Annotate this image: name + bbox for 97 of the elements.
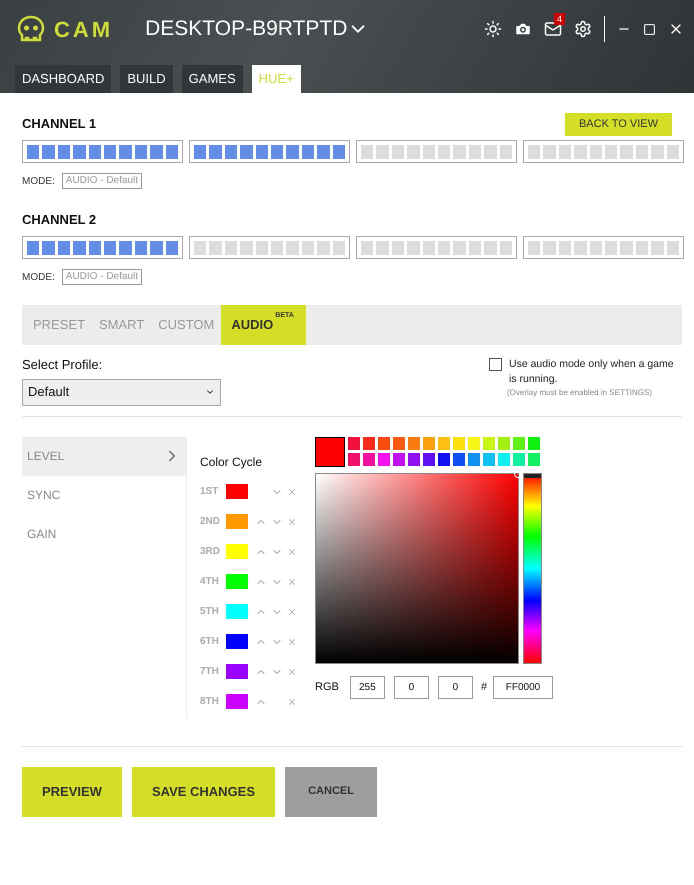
side-menu-item[interactable]: GAIN [22, 514, 186, 554]
hue-slider[interactable] [523, 472, 542, 664]
app-logo-text: CAM [54, 16, 114, 44]
preset-color-swatch[interactable] [498, 453, 510, 466]
preset-color-swatch[interactable] [393, 453, 405, 466]
brightness-icon[interactable] [484, 20, 502, 38]
led-segment[interactable] [356, 236, 517, 259]
color-cycle-title: Color Cycle [200, 454, 264, 470]
remove-icon[interactable] [287, 636, 297, 646]
preset-color-swatch[interactable] [438, 436, 450, 450]
checkbox[interactable] [489, 358, 502, 371]
skull-logo-icon [16, 15, 46, 43]
color-swatch[interactable] [226, 604, 248, 619]
preset-color-swatch[interactable] [453, 436, 465, 450]
hash-label: # [480, 680, 487, 695]
cycle-position-label: 3RD [200, 545, 222, 559]
preset-color-swatch[interactable] [378, 436, 390, 450]
saturation-value-area[interactable] [315, 472, 519, 664]
channel-title: CHANNEL 2 [22, 211, 96, 230]
preset-color-swatch[interactable] [408, 436, 420, 450]
led-segment[interactable] [22, 236, 183, 259]
rgb-value-field[interactable]: 0 [394, 676, 429, 698]
cycle-position-label: 2ND [200, 515, 222, 529]
preset-color-swatch[interactable] [423, 453, 435, 466]
remove-icon[interactable] [287, 546, 297, 556]
preset-color-swatch[interactable] [348, 436, 360, 450]
preset-color-swatch[interactable] [438, 453, 450, 466]
preset-color-swatch[interactable] [498, 436, 510, 450]
led-segment[interactable] [189, 236, 350, 259]
footer-button[interactable]: CANCEL [285, 766, 378, 816]
preset-color-swatch[interactable] [393, 436, 405, 450]
remove-icon[interactable] [287, 606, 297, 616]
remove-icon[interactable] [287, 516, 297, 526]
remove-icon[interactable] [287, 486, 297, 496]
overlay-note: (Overlay must be enabled in SETTINGS) [507, 387, 653, 399]
channel-title: CHANNEL 1 [22, 115, 96, 134]
rgb-label: RGB [315, 680, 339, 695]
preset-color-swatch[interactable] [528, 436, 540, 450]
led-segment[interactable] [189, 140, 350, 163]
preset-color-swatch[interactable] [363, 453, 375, 466]
cycle-position-label: 5TH [200, 605, 220, 619]
cycle-position-label: 8TH [200, 695, 220, 709]
checkbox-label: Use audio mode only when a game is running. [509, 357, 675, 387]
color-swatch[interactable] [226, 694, 248, 709]
color-swatch[interactable] [226, 574, 248, 589]
rgb-value-field[interactable]: 0 [438, 676, 473, 698]
cycle-position-label: 1ST [200, 485, 220, 499]
profile-dropdown[interactable]: Default [22, 378, 221, 406]
cycle-position-label: 7TH [200, 665, 220, 679]
side-menu-item[interactable]: SYNC [22, 476, 186, 514]
led-segment[interactable] [523, 236, 684, 259]
mode-label: MODE: [22, 270, 55, 284]
color-swatch[interactable] [226, 484, 248, 499]
preset-color-swatch[interactable] [483, 453, 495, 466]
led-segment[interactable] [523, 140, 684, 163]
preset-color-swatch[interactable] [468, 453, 480, 466]
back-to-view-button[interactable]: BACK TO VIEW [565, 112, 672, 136]
rgb-value-field[interactable]: 255 [350, 676, 385, 698]
led-segment[interactable] [356, 140, 517, 163]
maximize-icon[interactable] [643, 22, 656, 36]
remove-icon[interactable] [287, 666, 297, 676]
remove-icon[interactable] [287, 576, 297, 586]
current-color-swatch [315, 436, 345, 466]
led-segment[interactable] [22, 140, 183, 163]
preset-color-swatch[interactable] [348, 453, 360, 466]
mail-icon[interactable] [544, 20, 562, 38]
cycle-position-label: 6TH [200, 635, 220, 649]
preset-color-swatch[interactable] [453, 453, 465, 466]
footer-button[interactable]: PREVIEW [22, 766, 122, 816]
color-swatch[interactable] [226, 664, 248, 679]
preset-color-swatch[interactable] [483, 436, 495, 450]
preset-color-swatch[interactable] [423, 436, 435, 450]
preset-color-swatch[interactable] [513, 436, 525, 450]
preset-color-swatch[interactable] [528, 453, 540, 466]
preset-color-swatch[interactable] [408, 453, 420, 466]
preset-color-swatch[interactable] [378, 453, 390, 466]
footer-button[interactable]: SAVE CHANGES [132, 766, 276, 816]
remove-icon[interactable] [287, 696, 297, 706]
settings-icon[interactable] [574, 20, 592, 38]
preset-color-swatch[interactable] [363, 436, 375, 450]
mode-label: MODE: [22, 174, 55, 188]
device-name[interactable]: DESKTOP-B9RTPTD [145, 13, 348, 45]
nav-tab[interactable]: DASHBOARD [15, 65, 112, 93]
nav-tab[interactable]: GAMES [182, 65, 243, 93]
color-swatch[interactable] [226, 544, 248, 559]
color-swatch[interactable] [226, 634, 248, 649]
notification-badge: 4 [554, 13, 566, 25]
preset-color-swatch[interactable] [468, 436, 480, 450]
mode-value: AUDIO - Default [62, 173, 142, 189]
cycle-position-label: 4TH [200, 575, 220, 589]
select-profile-label: Select Profile: [22, 356, 104, 374]
hue-thumb[interactable] [524, 474, 541, 478]
color-swatch[interactable] [226, 514, 248, 529]
preset-color-swatch[interactable] [513, 453, 525, 466]
mode-value: AUDIO - Default [62, 269, 142, 285]
nav-tab[interactable]: BUILD [120, 65, 173, 93]
hex-field[interactable]: FF0000 [492, 676, 553, 698]
